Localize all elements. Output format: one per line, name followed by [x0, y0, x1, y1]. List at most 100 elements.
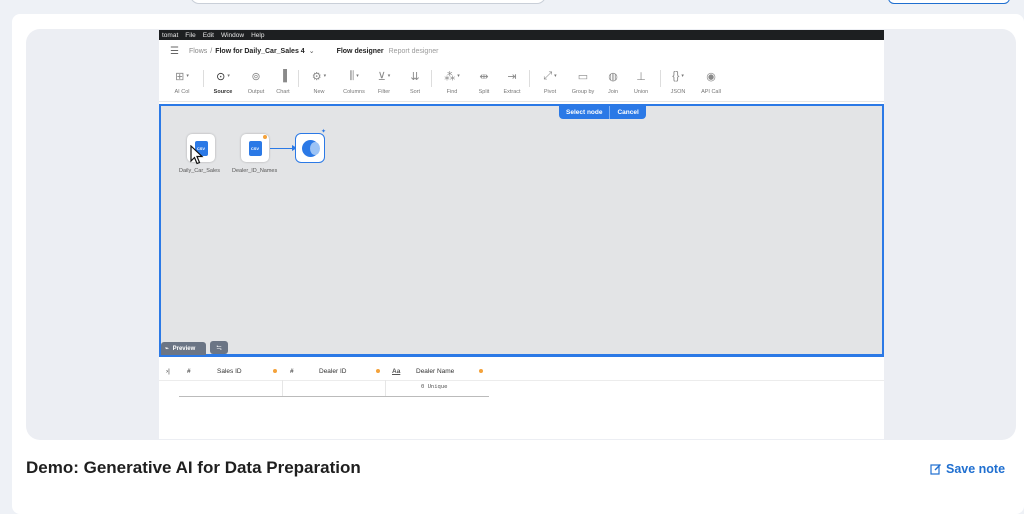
warning-dot — [263, 135, 267, 139]
tool-columns[interactable]: ⫼ ▾ Columns — [337, 68, 371, 96]
tab-preview[interactable]: ⌁ Preview — [161, 342, 206, 355]
tool-label: Chart — [276, 89, 290, 95]
save-note-label: Save note — [946, 462, 1006, 476]
tool-label: New — [313, 89, 325, 95]
csv-file-icon: CSV — [248, 140, 262, 156]
toolbar: ⊞ ▾ AI Col ⊙ ▾ Source ⊚ Output ▐ Chart ⚙ ▾ … — [159, 62, 884, 102]
menu-edit[interactable]: Edit — [203, 32, 214, 39]
tool-sort[interactable]: ⇊ Sort — [398, 68, 432, 96]
filter-icon: ⊻ — [377, 70, 386, 83]
mouse-cursor-icon — [190, 145, 204, 165]
save-note-button[interactable]: Save note — [930, 462, 1005, 476]
union-icon: ⊥ — [636, 70, 646, 83]
tab-flow-designer[interactable]: Flow designer — [337, 48, 384, 55]
column-header-dealer-id[interactable]: Dealer ID — [319, 365, 346, 377]
chevron-down-icon: ▾ — [186, 73, 189, 79]
column-divider — [385, 380, 386, 397]
menu-file[interactable]: File — [185, 32, 195, 39]
unique-count: 0 Unique — [421, 384, 448, 390]
breadcrumb-separator: / — [210, 47, 213, 55]
tool-label: Extract — [503, 89, 521, 95]
toolbar-divider — [529, 70, 530, 87]
row-divider — [179, 396, 489, 397]
tool-label: Filter — [377, 89, 391, 95]
new-icon: ⚙ — [311, 70, 322, 83]
menu-help[interactable]: Help — [251, 32, 264, 39]
chart-icon: ▐ — [279, 70, 287, 82]
tool-label: Pivot — [543, 89, 557, 95]
tool-extract[interactable]: ⇥ Extract — [495, 68, 529, 96]
settings-toggle[interactable]: ≒ — [210, 341, 228, 354]
chevron-down-icon[interactable]: ⌄ — [309, 47, 315, 55]
tool-source[interactable]: ⊙ ▾ Source — [206, 68, 240, 96]
tool-json[interactable]: {} ▾ JSON — [661, 68, 695, 95]
search-input[interactable] — [190, 0, 546, 4]
warning-dot — [273, 369, 277, 373]
toolbar-divider — [298, 70, 299, 87]
warning-dot — [376, 369, 380, 373]
tool-label: AI Col — [174, 89, 190, 95]
menu-window[interactable]: Window — [221, 32, 244, 39]
sliders-icon: ≒ — [216, 344, 222, 352]
top-action-button[interactable] — [888, 0, 1010, 4]
sort-icon: ⇊ — [410, 70, 420, 83]
expand-icon[interactable]: ›| — [166, 365, 170, 377]
tool-find[interactable]: ⁂ ▾ Find — [435, 68, 469, 96]
chevron-down-icon: ▾ — [323, 73, 327, 79]
preview-label: Preview — [172, 345, 196, 352]
tool-label: Sort — [409, 89, 421, 95]
group-by-icon: ▭ — [577, 70, 589, 83]
output-icon: ⊚ — [251, 70, 261, 83]
canvas-border — [159, 354, 884, 357]
sparkle-icon: ✦ — [321, 129, 327, 135]
select-node-button[interactable]: Select node — [559, 106, 610, 119]
number-type-icon: # — [187, 367, 191, 375]
breadcrumb-current[interactable]: Flow for Daily_Car_Sales 4 — [215, 48, 304, 55]
app-screenshot: tomat File Edit Window Help ☰ Flows / Fl… — [159, 30, 884, 439]
column-header-dealer-name[interactable]: Dealer Name — [416, 365, 454, 377]
select-node-bar: Select node Cancel — [559, 106, 646, 119]
tab-report-designer[interactable]: Report designer — [389, 48, 439, 55]
column-header-sales-id[interactable]: Sales ID — [217, 365, 242, 377]
tool-pivot[interactable]: ⤢ ▾ Pivot — [533, 68, 567, 96]
tool-label: JSON — [670, 89, 686, 95]
node-label: Dealer_ID_Names — [232, 168, 278, 174]
tool-union[interactable]: ⊥ Union — [624, 68, 658, 96]
node-label: Daily_Car_Sales — [179, 168, 220, 174]
tool-ai-col[interactable]: ⊞ ▾ AI Col — [165, 68, 199, 96]
find-icon: ⁂ — [444, 70, 456, 83]
api-call-icon: ◉ — [706, 70, 716, 83]
json-icon: {} — [672, 70, 680, 82]
cancel-button[interactable]: Cancel — [609, 106, 646, 119]
pivot-icon: ⤢ — [543, 69, 553, 82]
tool-filter[interactable]: ⊻ ▾ Filter — [367, 68, 401, 96]
extract-icon: ⇥ — [507, 70, 517, 83]
preview-icon: ⌁ — [165, 346, 169, 352]
tool-chart[interactable]: ▐ Chart — [266, 68, 300, 95]
chevron-down-icon: ▾ — [681, 73, 684, 79]
ai-column-icon: ⊞ — [175, 70, 185, 83]
tool-api-call[interactable]: ◉ API Call — [694, 68, 728, 96]
header-divider — [159, 380, 884, 381]
chevron-down-icon: ▾ — [356, 73, 359, 79]
tool-new[interactable]: ⚙ ▾ New — [302, 68, 336, 96]
join-icon — [301, 139, 320, 157]
toolbar-divider — [431, 70, 432, 87]
hamburger-icon[interactable]: ☰ — [170, 46, 179, 57]
node-join[interactable] — [295, 133, 325, 163]
join-icon: ◍ — [608, 70, 618, 83]
tool-group-by[interactable]: ▭ Group by — [566, 68, 600, 96]
breadcrumb-root[interactable]: Flows — [189, 48, 207, 55]
tool-label: API Call — [701, 89, 721, 95]
columns-icon: ⫼ — [349, 69, 355, 82]
tool-label: Union — [633, 89, 649, 95]
chevron-down-icon: ▾ — [387, 73, 391, 79]
edit-icon — [930, 464, 941, 475]
preview-grid: ›| # Sales ID # Dealer ID Aa Dealer Name… — [159, 360, 884, 439]
column-divider — [282, 380, 283, 397]
split-icon: ⇹ — [479, 70, 489, 83]
page-title: Demo: Generative AI for Data Preparation — [26, 458, 361, 477]
chevron-down-icon: ▾ — [554, 73, 557, 79]
node-connector — [270, 148, 294, 149]
menu-app[interactable]: tomat — [162, 32, 178, 39]
